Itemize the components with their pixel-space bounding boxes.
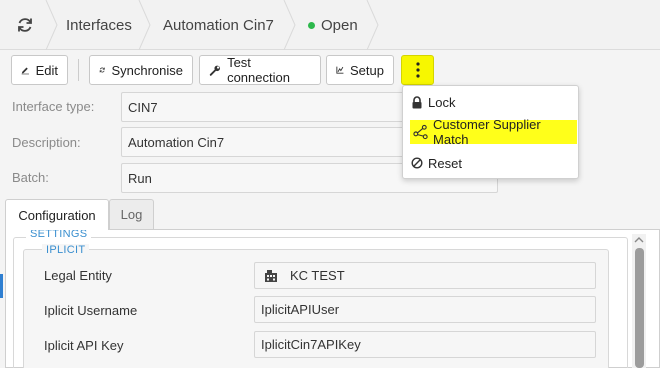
scrollbar-thumb[interactable] <box>635 248 644 368</box>
lock-icon <box>412 95 422 108</box>
tab-label: Configuration <box>18 207 96 223</box>
more-actions-button[interactable] <box>401 55 434 85</box>
status-label: Open <box>321 16 358 34</box>
wrench-icon <box>209 65 220 76</box>
setup-label: Setup <box>350 62 384 78</box>
breadcrumb-separator <box>45 0 58 50</box>
legal-entity-label: Legal Entity <box>44 268 112 283</box>
breadcrumb-status: Open <box>308 0 358 50</box>
breadcrumb: Interfaces Automation Cin7 Open <box>0 0 660 50</box>
iplicit-group-title: IPLICIT <box>42 244 90 256</box>
synchronise-label: Synchronise <box>111 62 183 78</box>
legal-entity-field[interactable]: KC TEST <box>254 262 596 289</box>
toolbar: Edit Synchronise Test connection Setup <box>0 50 660 90</box>
iplicit-api-key-value: IplicitCin7APIKey <box>261 337 361 352</box>
building-icon <box>265 269 277 282</box>
test-connection-label: Test connection <box>227 55 290 85</box>
refresh-button[interactable] <box>0 0 50 50</box>
iplicit-username-field[interactable]: IplicitAPIUser <box>254 296 596 323</box>
share-nodes-icon <box>413 124 428 140</box>
menu-item-label: Lock <box>428 94 456 110</box>
breadcrumb-label: Interfaces <box>66 16 132 34</box>
iplicit-username-label: Iplicit Username <box>44 303 138 318</box>
sync-icon <box>99 67 105 73</box>
setup-button[interactable]: Setup <box>326 55 394 85</box>
breadcrumb-separator <box>366 0 379 50</box>
legal-entity-value: KC TEST <box>290 268 345 283</box>
edit-label: Edit <box>35 62 58 78</box>
edit-button[interactable]: Edit <box>11 55 68 85</box>
edit-icon <box>21 67 29 75</box>
menu-item-customer-supplier-match[interactable]: Customer Supplier Match <box>410 117 577 147</box>
menu-item-lock[interactable]: Lock <box>411 91 461 113</box>
breadcrumb-automation-cin7[interactable]: Automation Cin7 <box>163 0 274 50</box>
refresh-icon <box>18 18 32 32</box>
iplicit-api-key-label: Iplicit API Key <box>44 338 124 353</box>
breadcrumb-label: Automation Cin7 <box>163 16 274 34</box>
description-value: Automation Cin7 <box>128 134 225 150</box>
scroll-up-arrow-icon[interactable] <box>634 236 644 244</box>
side-indicator <box>0 274 3 298</box>
breadcrumb-separator <box>138 0 151 50</box>
tab-label: Log <box>120 207 143 222</box>
menu-item-label: Customer Supplier Match <box>433 117 541 147</box>
breadcrumb-separator <box>283 0 296 50</box>
tab-log[interactable]: Log <box>109 199 154 229</box>
interface-type-label: Interface type: <box>12 99 95 114</box>
tab-configuration[interactable]: Configuration <box>5 199 109 230</box>
menu-item-reset[interactable]: Reset <box>411 152 468 174</box>
synchronise-button[interactable]: Synchronise <box>89 55 193 85</box>
ban-icon <box>411 157 423 169</box>
batch-value: Run <box>128 170 152 186</box>
setup-chart-icon <box>336 66 344 74</box>
batch-label: Batch: <box>12 170 49 185</box>
breadcrumb-interfaces[interactable]: Interfaces <box>66 0 132 50</box>
iplicit-api-key-field[interactable]: IplicitCin7APIKey <box>254 331 596 358</box>
toolbar-divider <box>78 59 79 81</box>
test-connection-button[interactable]: Test connection <box>199 55 321 85</box>
iplicit-username-value: IplicitAPIUser <box>261 302 340 317</box>
interface-type-value: CIN7 <box>128 99 158 115</box>
kebab-menu-icon <box>415 62 420 78</box>
more-actions-menu: Lock Customer Supplier Match Reset <box>402 85 579 179</box>
description-label: Description: <box>12 135 81 150</box>
menu-item-label: Reset <box>428 155 462 171</box>
status-dot-icon <box>308 21 315 29</box>
